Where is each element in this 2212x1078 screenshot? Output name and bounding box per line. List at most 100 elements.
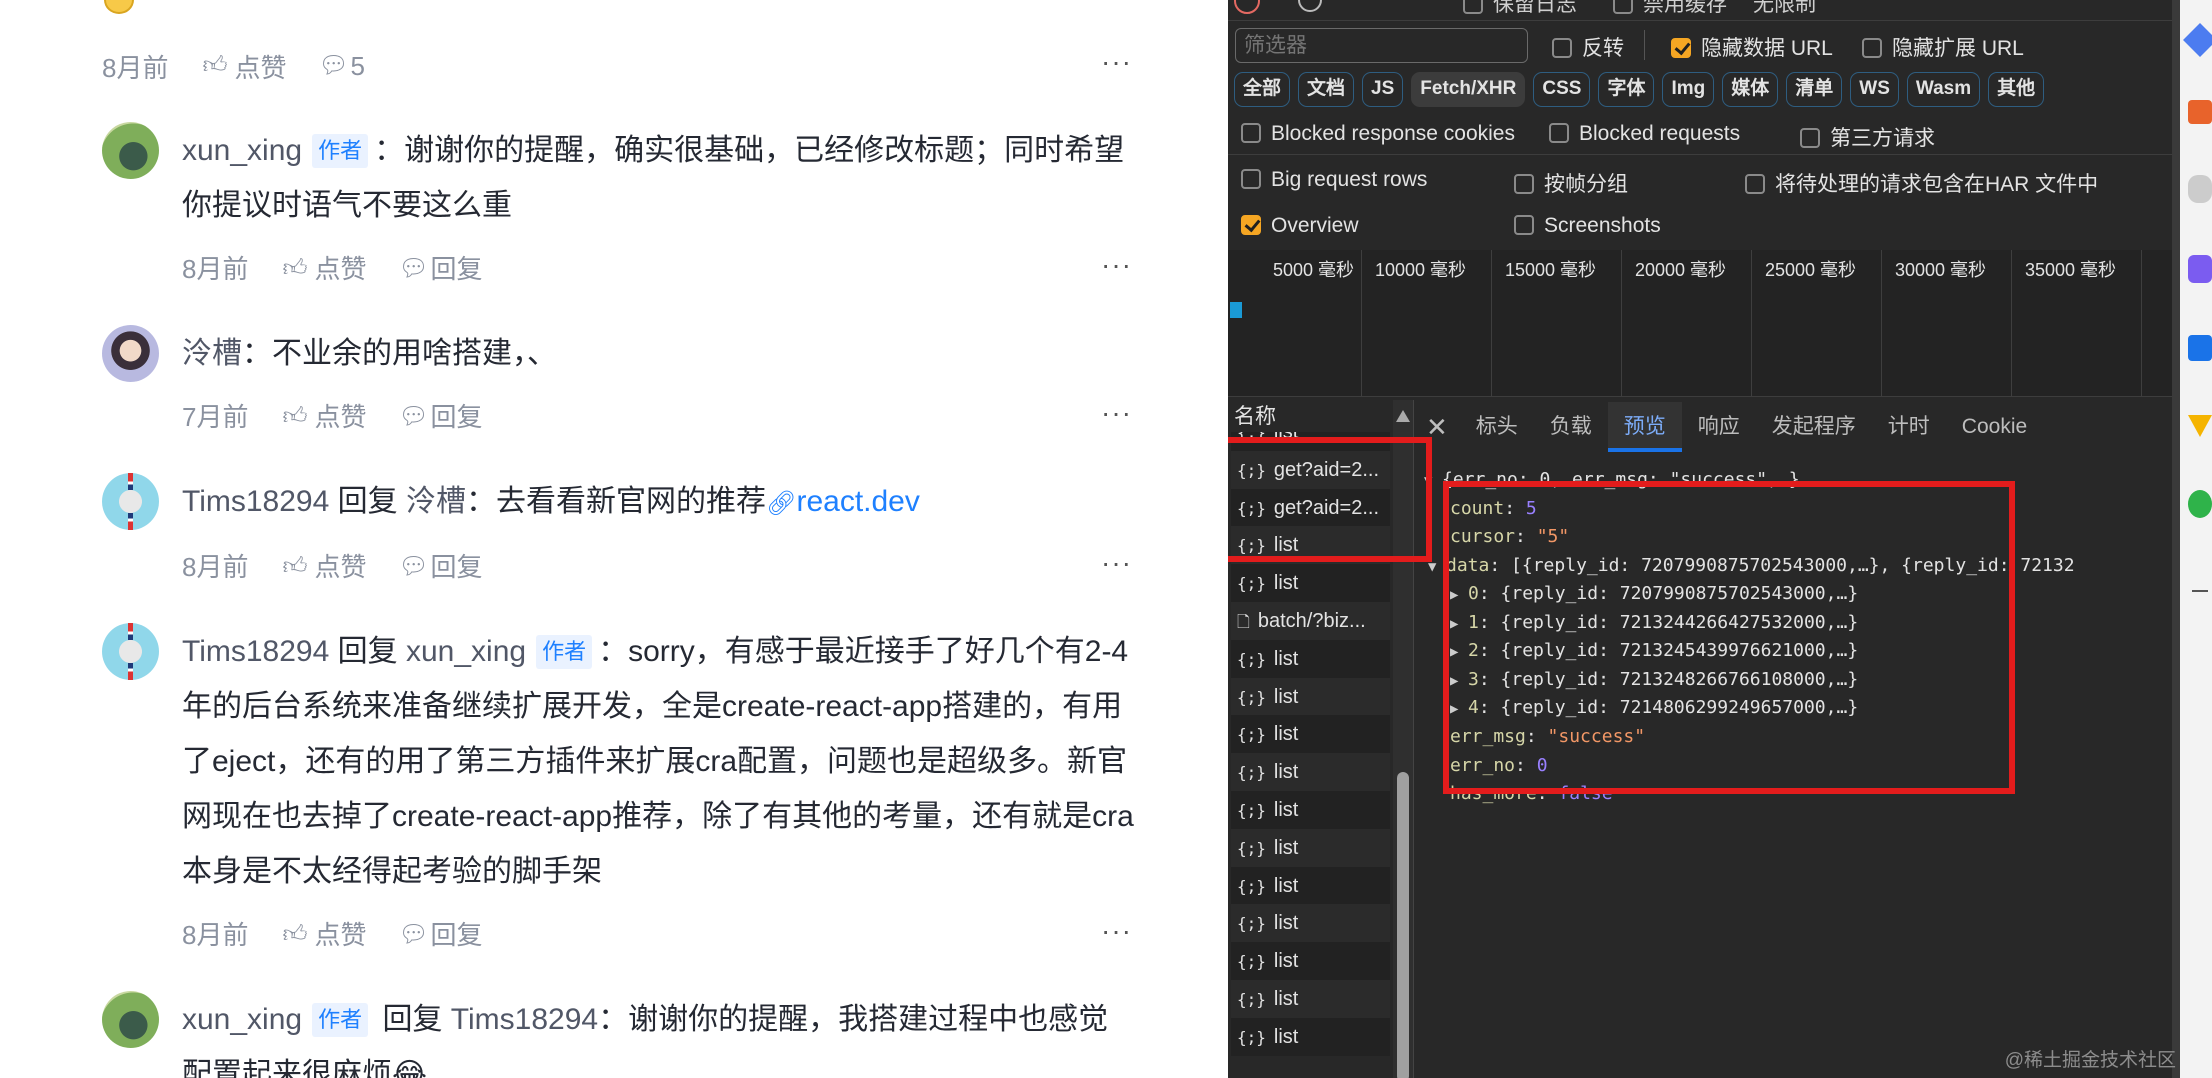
close-icon[interactable]: ✕ <box>1414 402 1460 452</box>
record-button[interactable] <box>1234 0 1260 16</box>
request-row[interactable]: {;} list <box>1231 904 1390 943</box>
json-root[interactable]: ▼ {err_no: 0, err_msg: "success",…} <box>1424 466 1800 494</box>
blocked-cookies-checkbox[interactable]: Blocked response cookies <box>1241 122 1515 146</box>
request-row[interactable]: {;} list <box>1231 526 1390 565</box>
sidebar-app-icon[interactable] <box>2188 490 2212 518</box>
like-button[interactable]: 👍︎ 点赞 <box>282 908 366 963</box>
hide-extension-url-checkbox[interactable]: 隐藏扩展 URL <box>1862 32 2024 62</box>
tab-4[interactable]: 发起程序 <box>1756 402 1872 452</box>
overview-checkbox[interactable]: Overview <box>1241 214 1359 238</box>
disable-cache-checkbox[interactable]: 禁用缓存 <box>1613 0 1727 16</box>
type-filter--[interactable]: 清单 <box>1786 72 1843 107</box>
request-row[interactable]: {;} get?aid=2... <box>1231 450 1390 489</box>
screenshots-checkbox[interactable]: Screenshots <box>1514 214 1661 238</box>
tab-5[interactable]: 计时 <box>1872 402 1946 452</box>
request-row[interactable]: {;} list <box>1231 677 1390 716</box>
type-filter-wasm[interactable]: Wasm <box>1906 72 1981 107</box>
reply-button[interactable]: 💬︎ 回复 <box>398 908 482 963</box>
tab-0[interactable]: 标头 <box>1460 402 1534 452</box>
more-button[interactable]: ··· <box>1101 46 1132 78</box>
more-button[interactable]: ··· <box>1101 547 1132 579</box>
more-button[interactable]: ··· <box>1101 915 1132 947</box>
request-row[interactable]: {;} list <box>1231 942 1390 981</box>
like-button[interactable]: 👍︎ 点赞 <box>282 540 366 595</box>
comment-author[interactable]: Tims18294 <box>182 485 329 518</box>
request-row[interactable]: {;} get?aid=2... <box>1231 488 1390 527</box>
comment-link[interactable]: react.dev <box>796 485 919 518</box>
third-party-checkbox[interactable]: 第三方请求 <box>1800 122 1935 152</box>
har-pending-checkbox[interactable]: 将待处理的请求包含在HAR 文件中 <box>1745 168 2098 198</box>
type-filter--[interactable]: 其他 <box>1988 72 2045 107</box>
comment-author[interactable]: xun_xing <box>182 1003 302 1036</box>
clear-button[interactable] <box>1298 0 1322 16</box>
request-row[interactable]: {;} list <box>1231 564 1390 603</box>
type-filter-ws[interactable]: WS <box>1850 72 1899 107</box>
request-row[interactable]: {;} list <box>1231 753 1390 792</box>
reply-target[interactable]: xun_xing <box>406 635 526 668</box>
json-data[interactable]: ▼ data: [{reply_id: 7207990875702543000,…… <box>1428 552 2075 580</box>
tab-3[interactable]: 响应 <box>1682 402 1756 452</box>
request-list-scrollbar[interactable] <box>1393 400 1413 1078</box>
blocked-requests-checkbox[interactable]: Blocked requests <box>1549 122 1740 146</box>
tab-1[interactable]: 负载 <box>1534 402 1608 452</box>
reply-target[interactable]: Tims18294 <box>451 1003 598 1036</box>
avatar[interactable] <box>102 122 159 179</box>
request-row[interactable]: {;} list <box>1231 1017 1390 1056</box>
json-data-item[interactable]: ▶ 1: {reply_id: 7213244266427532000,…} <box>1450 609 1858 637</box>
throttle-select[interactable]: 无限制 <box>1753 0 1816 16</box>
sidebar-app-icon[interactable] <box>2188 335 2212 361</box>
big-request-rows-checkbox[interactable]: Big request rows <box>1241 168 1427 192</box>
like-button[interactable]: 👍︎ 点赞 <box>282 390 366 445</box>
sidebar-app-icon[interactable] <box>2188 100 2212 124</box>
scroll-up-icon[interactable] <box>1396 410 1410 422</box>
request-row[interactable]: {;} list <box>1231 715 1390 754</box>
reply-button[interactable]: 💬︎ 回复 <box>398 390 482 445</box>
name-column-header[interactable]: 名称 <box>1228 402 1393 432</box>
invert-checkbox[interactable]: 反转 <box>1552 32 1624 62</box>
group-by-frame-checkbox[interactable]: 按帧分组 <box>1514 168 1628 198</box>
request-row[interactable]: {;} list <box>1231 639 1390 678</box>
sidebar-app-icon[interactable] <box>2188 175 2212 203</box>
request-row[interactable]: {;} list <box>1231 866 1390 905</box>
type-filter--[interactable]: 全部 <box>1234 72 1291 107</box>
type-filter-img[interactable]: Img <box>1662 72 1715 107</box>
request-row[interactable]: {;} list <box>1231 980 1390 1018</box>
request-row[interactable]: 🗋 batch/?biz... <box>1231 602 1390 640</box>
tab-6[interactable]: Cookie <box>1946 402 2043 452</box>
json-data-item[interactable]: ▶ 2: {reply_id: 7213245439976621000,…} <box>1450 637 1858 665</box>
type-filter-css[interactable]: CSS <box>1533 72 1591 107</box>
avatar[interactable] <box>102 325 159 382</box>
type-filter--[interactable]: 字体 <box>1598 72 1655 107</box>
sidebar-app-icon[interactable] <box>2183 23 2212 57</box>
reply-count-button[interactable]: 💬︎ 5 <box>318 51 364 82</box>
type-filter-fetch-xhr[interactable]: Fetch/XHR <box>1411 72 1526 107</box>
more-button[interactable]: ··· <box>1101 249 1132 281</box>
comment-author[interactable]: 泠槽 <box>182 337 242 370</box>
type-filter-js[interactable]: JS <box>1362 72 1404 107</box>
tab-2[interactable]: 预览 <box>1607 402 1682 452</box>
sidebar-app-icon[interactable] <box>2188 255 2212 283</box>
request-row[interactable]: {;} list <box>1231 828 1390 867</box>
preserve-log-checkbox[interactable]: 保留日志 <box>1463 0 1577 16</box>
json-data-item[interactable]: ▶ 4: {reply_id: 7214806299249657000,…} <box>1450 694 1858 722</box>
reply-target[interactable]: 泠槽 <box>406 485 466 518</box>
type-filter--[interactable]: 媒体 <box>1722 72 1779 107</box>
more-button[interactable]: ··· <box>1101 397 1132 429</box>
comment-author[interactable]: xun_xing <box>182 134 302 167</box>
hide-data-url-checkbox[interactable]: 隐藏数据 URL <box>1671 32 1833 62</box>
sidebar-app-icon[interactable] <box>2188 415 2212 437</box>
avatar[interactable] <box>102 991 159 1048</box>
type-filter--[interactable]: 文档 <box>1298 72 1355 107</box>
like-button[interactable]: 👍︎ 点赞 <box>202 48 286 85</box>
avatar[interactable] <box>102 473 159 530</box>
like-button[interactable]: 👍︎ 点赞 <box>282 242 366 297</box>
comment-author[interactable]: Tims18294 <box>182 635 329 668</box>
avatar[interactable] <box>102 623 159 680</box>
reply-button[interactable]: 💬︎ 回复 <box>398 540 482 595</box>
scrollbar-thumb[interactable] <box>1397 772 1409 1078</box>
filter-input[interactable] <box>1235 28 1528 63</box>
json-data-item[interactable]: ▶ 3: {reply_id: 7213248266766108000,…} <box>1450 666 1858 694</box>
request-row[interactable]: {;} list <box>1231 791 1390 829</box>
json-data-item[interactable]: ▶ 0: {reply_id: 7207990875702543000,…} <box>1450 580 1858 608</box>
reply-button[interactable]: 💬︎ 回复 <box>398 242 482 297</box>
